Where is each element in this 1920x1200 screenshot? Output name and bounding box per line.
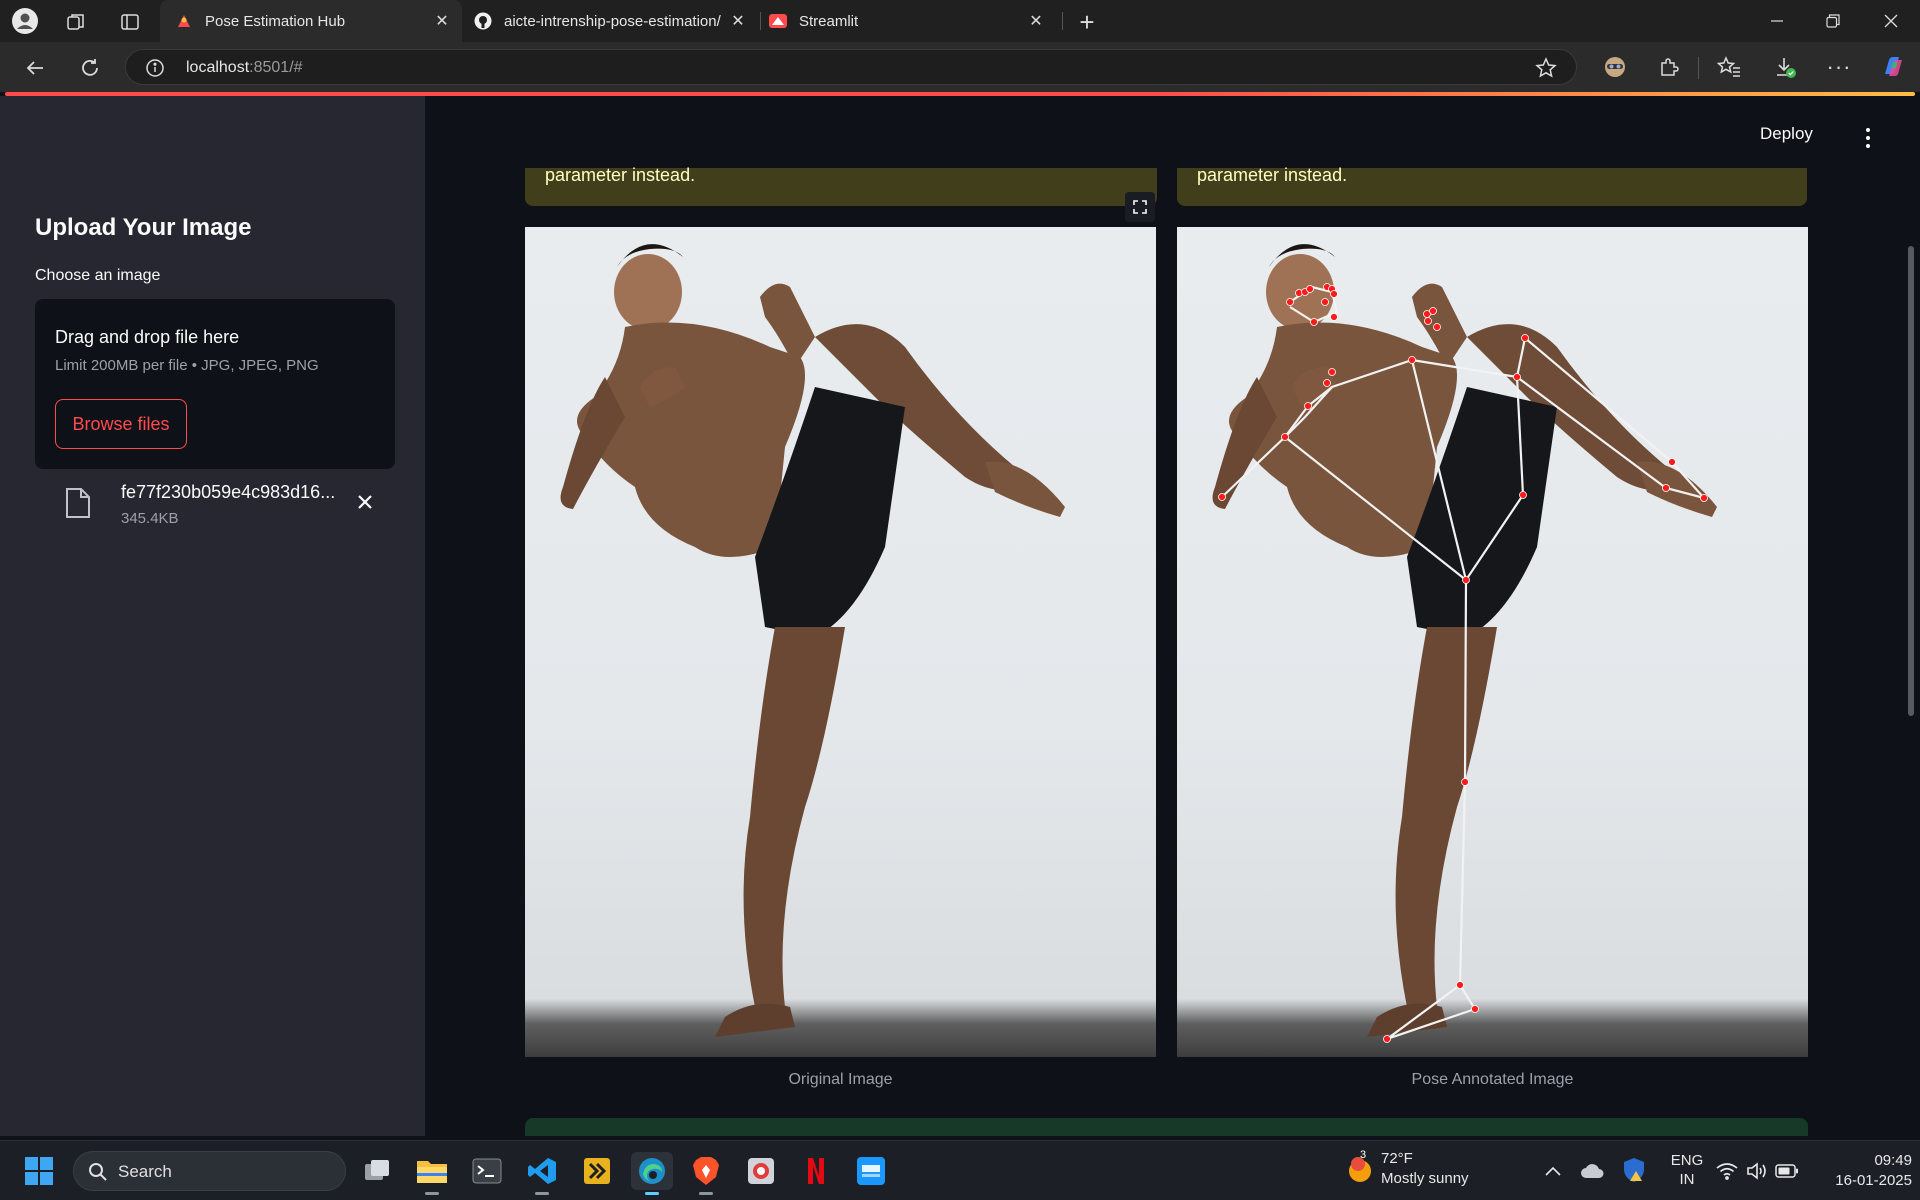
toolbar-divider — [1698, 57, 1699, 79]
copilot-icon[interactable] — [1878, 52, 1908, 82]
tab-pose-estimation-hub[interactable]: Pose Estimation Hub ✕ — [160, 0, 462, 42]
fullscreen-icon[interactable] — [1125, 192, 1155, 222]
tab-title: Streamlit — [799, 12, 859, 30]
pose-annotated-image — [1177, 227, 1808, 1057]
close-tab-icon[interactable]: ✕ — [430, 11, 454, 31]
original-image-caption: Original Image — [788, 1071, 893, 1088]
file-explorer-icon[interactable] — [413, 1152, 451, 1195]
success-message-box — [525, 1118, 1808, 1136]
tab-title: aicte-intrenship-pose-estimation/ — [504, 12, 721, 30]
clock[interactable]: 09:49 16-01-2025 — [1812, 1151, 1912, 1191]
running-indicator — [535, 1192, 549, 1195]
region-code: IN — [1679, 1171, 1695, 1188]
edge-extension-avatar-icon[interactable] — [1600, 52, 1630, 82]
deprecation-warning-right: parameter instead. — [1177, 165, 1807, 206]
profile-icon[interactable] — [10, 6, 40, 36]
main-scrollbar[interactable] — [1908, 246, 1914, 716]
remove-file-icon[interactable] — [352, 489, 378, 515]
language-indicator[interactable]: ENG IN — [1667, 1151, 1707, 1189]
original-image — [525, 227, 1156, 1057]
url-text[interactable]: localhost:8501/# — [186, 59, 303, 77]
running-indicator — [425, 1192, 439, 1195]
security-shield-icon[interactable] — [1620, 1156, 1648, 1184]
tab-divider — [760, 12, 761, 30]
running-indicator — [645, 1192, 659, 1195]
uploaded-file-item: fe77f230b059e4c983d16... 345.4KB — [55, 481, 385, 536]
browse-files-button[interactable]: Browse files — [55, 399, 187, 449]
github-favicon-icon — [474, 12, 492, 30]
favorites-icon[interactable] — [1714, 52, 1744, 82]
uploader-label: Choose an image — [35, 267, 161, 284]
main-menu-icon[interactable] — [1858, 126, 1878, 150]
back-icon[interactable] — [20, 53, 50, 83]
search-label: Search — [118, 1162, 172, 1181]
search-icon — [89, 1163, 107, 1181]
weather-widget[interactable]: 3 72°F Mostly sunny — [1345, 1149, 1495, 1191]
reload-icon[interactable] — [75, 53, 105, 83]
more-icon[interactable]: ··· — [1824, 52, 1854, 82]
info-icon[interactable] — [144, 57, 166, 79]
weather-description: Mostly sunny — [1381, 1170, 1469, 1187]
brave-browser-icon[interactable] — [687, 1152, 725, 1195]
close-tab-icon[interactable]: ✕ — [1024, 11, 1048, 31]
tab-actions-icon[interactable] — [116, 8, 144, 36]
deprecation-warning-left: parameter instead. — [525, 165, 1157, 206]
wifi-icon[interactable] — [1714, 1158, 1740, 1184]
close-tab-icon[interactable]: ✕ — [726, 11, 750, 31]
terminal-icon[interactable] — [468, 1152, 506, 1190]
streamlit-favicon-icon — [769, 14, 787, 28]
windows-start-icon[interactable] — [20, 1152, 58, 1190]
battery-icon[interactable] — [1774, 1158, 1800, 1184]
weather-badge: 3 — [1360, 1149, 1367, 1161]
sidebar-title: Upload Your Image — [35, 214, 252, 241]
warning-text: parameter instead. — [1197, 165, 1348, 185]
warning-text: parameter instead. — [545, 165, 696, 185]
download-icon[interactable] — [1770, 52, 1800, 82]
url-host: localhost — [186, 59, 250, 76]
sidebar: Upload Your Image Choose an image Drag a… — [0, 96, 425, 1136]
annotated-image-caption: Pose Annotated Image — [1411, 1071, 1574, 1088]
file-dropzone[interactable]: Drag and drop file here Limit 200MB per … — [35, 299, 395, 469]
recorder-app-icon[interactable] — [742, 1152, 780, 1190]
browser-tab-bar: Pose Estimation Hub ✕ aicte-intrenship-p… — [0, 0, 1920, 42]
tab-github-repo[interactable]: aicte-intrenship-pose-estimation/ ✕ — [466, 0, 756, 42]
new-tab-plus-icon[interactable]: + — [1072, 7, 1102, 37]
address-bar[interactable]: localhost:8501/# — [125, 49, 1577, 85]
dropzone-title: Drag and drop file here — [55, 327, 240, 347]
tab-streamlit[interactable]: Streamlit ✕ — [764, 0, 1054, 42]
vscode-icon[interactable] — [523, 1152, 561, 1195]
edge-browser-icon[interactable] — [631, 1152, 673, 1195]
star-icon[interactable] — [1534, 56, 1558, 80]
running-indicator — [699, 1192, 713, 1195]
close-window-icon[interactable] — [1876, 6, 1906, 36]
uploaded-file-size: 345.4KB — [121, 510, 179, 527]
dropzone-limit-text: Limit 200MB per file • JPG, JPEG, PNG — [55, 357, 319, 374]
windows-taskbar: Search 3 72°F Mostly sunny ENG IN 09:49 … — [0, 1140, 1920, 1200]
file-icon — [65, 487, 91, 524]
minimize-icon[interactable] — [1762, 6, 1792, 36]
workspaces-icon[interactable] — [62, 8, 90, 36]
deploy-button[interactable]: Deploy — [1760, 124, 1813, 144]
volume-icon[interactable] — [1744, 1158, 1770, 1184]
tab-title: Pose Estimation Hub — [205, 12, 346, 30]
prime-video-icon[interactable] — [852, 1152, 890, 1190]
task-view-icon[interactable] — [358, 1152, 396, 1190]
restore-icon[interactable] — [1818, 6, 1848, 36]
app-arrows-icon[interactable] — [578, 1152, 616, 1190]
extension-icon[interactable] — [1654, 52, 1684, 82]
taskbar-search-box[interactable]: Search — [73, 1151, 346, 1191]
url-path: :8501/# — [249, 59, 303, 76]
clock-date: 16-01-2025 — [1835, 1172, 1912, 1189]
clock-time: 09:49 — [1874, 1152, 1912, 1169]
language-code: ENG — [1670, 1152, 1704, 1169]
weather-temperature: 72°F — [1381, 1150, 1413, 1167]
tab-divider — [1062, 12, 1063, 30]
netflix-icon[interactable] — [797, 1152, 835, 1190]
streamlit-favicon-icon — [178, 15, 190, 27]
browser-toolbar: localhost:8501/# ··· — [0, 42, 1920, 92]
onedrive-cloud-icon[interactable] — [1578, 1158, 1606, 1184]
person-figure — [560, 244, 1065, 1037]
show-hidden-icons-chevron-icon[interactable] — [1540, 1158, 1566, 1184]
uploaded-file-name: fe77f230b059e4c983d16... — [121, 482, 336, 502]
